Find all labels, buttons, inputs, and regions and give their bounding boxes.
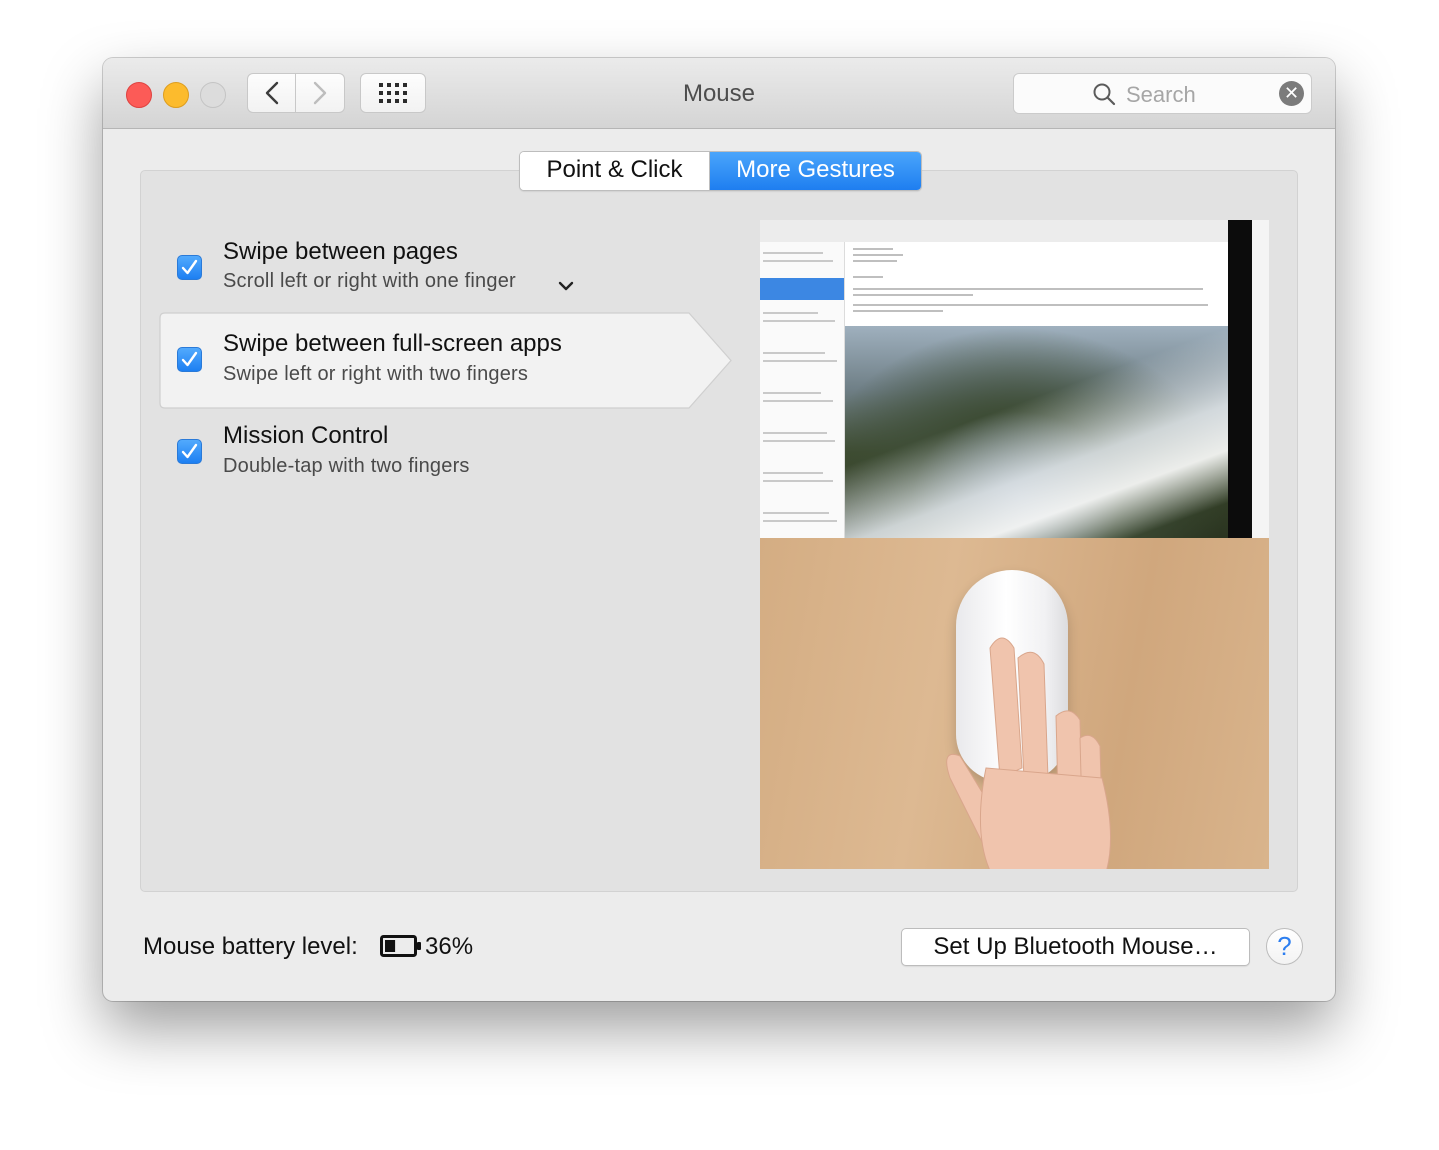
mission-control-subtitle: Double-tap with two fingers — [223, 455, 470, 477]
setup-bluetooth-mouse-button[interactable]: Set Up Bluetooth Mouse… — [901, 928, 1250, 966]
preview-mail-toolbar — [760, 220, 1228, 243]
search-field[interactable]: Search ✕ — [1013, 73, 1312, 114]
preview-desk — [760, 538, 1269, 869]
swipe-apps-subtitle: Swipe left or right with two fingers — [223, 363, 529, 385]
help-icon[interactable]: ? — [1266, 928, 1303, 965]
checkmark-icon — [181, 259, 198, 275]
chevron-down-icon[interactable] — [558, 280, 574, 292]
preview-mail-body — [845, 242, 1228, 326]
clear-icon[interactable]: ✕ — [1279, 81, 1304, 106]
battery-icon — [380, 935, 421, 957]
swipe-pages-subtitle: Scroll left or right with one finger — [223, 270, 516, 292]
battery-percent: 36% — [425, 933, 474, 960]
tab-bar: Point & Click More Gestures — [519, 151, 922, 191]
hand-icon — [946, 637, 1112, 869]
tab-more-gestures[interactable]: More Gestures — [710, 152, 921, 190]
battery-label: Mouse battery level: — [143, 933, 358, 960]
preferences-window: Mouse Search ✕ Point & Click More Gestur… — [103, 58, 1335, 1001]
tab-point-and-click[interactable]: Point & Click — [520, 152, 710, 190]
checkmark-icon — [181, 351, 198, 367]
selected-row-highlight — [159, 312, 732, 409]
search-icon — [1093, 83, 1116, 106]
preview-mail-list — [760, 242, 845, 538]
search-placeholder: Search — [1126, 82, 1196, 107]
swipe-pages-title: Swipe between pages — [223, 238, 458, 265]
mission-control-checkbox[interactable] — [177, 439, 202, 464]
mission-control-title: Mission Control — [223, 422, 389, 449]
preview-landscape-photo — [845, 326, 1228, 538]
gesture-preview-video — [760, 220, 1269, 869]
swipe-apps-title: Swipe between full-screen apps — [223, 330, 562, 357]
preview-screen — [760, 220, 1269, 538]
checkmark-icon — [181, 443, 198, 459]
swipe-pages-checkbox[interactable] — [177, 255, 202, 280]
swipe-apps-checkbox[interactable] — [177, 347, 202, 372]
titlebar: Mouse Search ✕ — [103, 58, 1335, 129]
